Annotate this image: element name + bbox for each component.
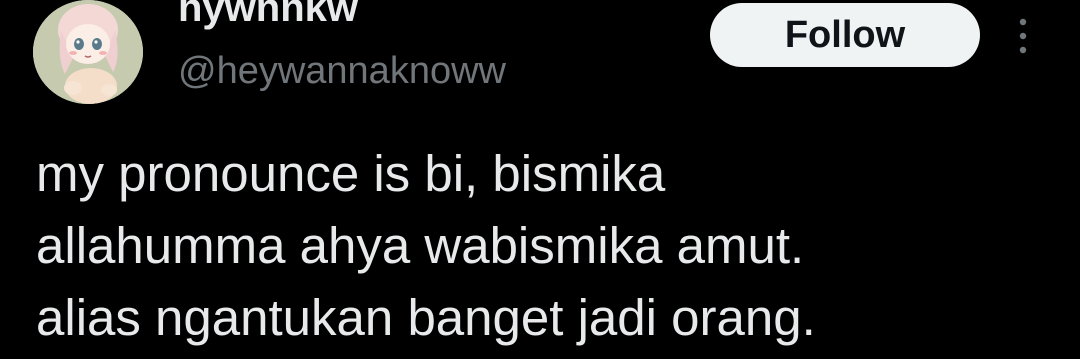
avatar[interactable]	[33, 0, 143, 104]
display-name[interactable]: hywnnkw	[178, 0, 358, 31]
user-handle[interactable]: @heywannaknoww	[178, 50, 506, 93]
avatar-illustration	[33, 0, 143, 104]
tweet-line: allahumma ahya wabismika amut.	[36, 217, 805, 274]
follow-button[interactable]: Follow	[710, 3, 980, 67]
tweet-text: my pronounce is bi, bismika allahumma ah…	[36, 138, 1056, 354]
more-vertical-icon[interactable]	[1012, 14, 1034, 58]
tweet-line: alias ngantukan banget jadi orang.	[36, 289, 816, 346]
tweet-line: my pronounce is bi, bismika	[36, 145, 666, 202]
